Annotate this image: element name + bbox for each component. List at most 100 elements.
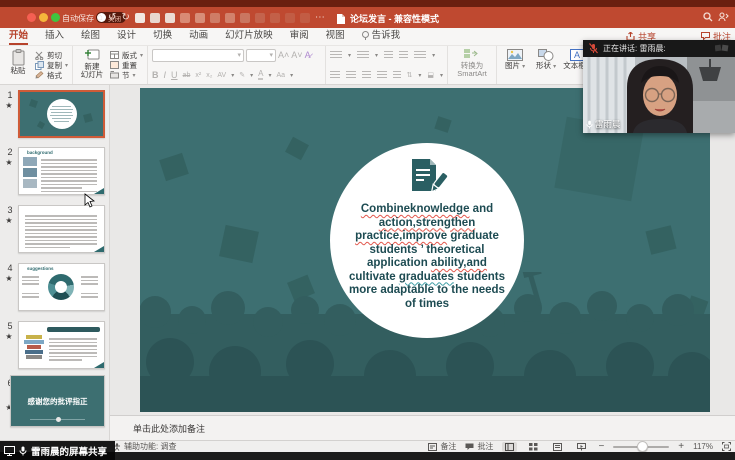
tab-tell-me[interactable]: 告诉我 <box>362 27 401 45</box>
zoom-button[interactable] <box>51 13 60 22</box>
strikethrough-button[interactable]: ab <box>183 72 191 79</box>
addin-icon[interactable] <box>165 13 175 23</box>
thumbnail-slide-2[interactable]: background <box>18 147 105 195</box>
slideshow-button[interactable] <box>574 442 589 452</box>
zoom-in-button[interactable]: + <box>678 441 684 452</box>
document-title: 论坛发言 - 兼容性模式 <box>350 12 439 25</box>
superscript-button[interactable]: x² <box>195 72 201 79</box>
thumbnail-slide-6[interactable]: 感谢您的批评指正 <box>10 375 105 427</box>
svg-text:A: A <box>574 50 580 60</box>
underline-button[interactable]: U <box>171 71 178 80</box>
minimize-button[interactable] <box>39 13 48 22</box>
numbering-button[interactable] <box>357 51 369 60</box>
tab-view[interactable]: 视图 <box>326 27 345 45</box>
tab-insert[interactable]: 插入 <box>45 27 64 45</box>
addin-icon[interactable] <box>180 13 190 23</box>
slide-sorter-button[interactable] <box>526 442 541 452</box>
font-name-combo[interactable]: ▾ <box>152 49 244 62</box>
new-slide-icon <box>85 49 100 62</box>
shrink-font-button[interactable]: A˅ <box>291 51 302 60</box>
addin-icon[interactable] <box>195 13 205 23</box>
reading-view-button[interactable] <box>550 442 565 452</box>
slide-text-line: students ’ theoretical <box>349 244 505 258</box>
addin-icon[interactable] <box>225 13 235 23</box>
columns-button[interactable] <box>393 71 400 80</box>
text-highlight-button[interactable]: ✎ <box>239 72 245 79</box>
zoom-slider[interactable] <box>613 446 669 448</box>
subscript-button[interactable]: x₂ <box>206 72 212 79</box>
align-left-button[interactable] <box>330 71 340 80</box>
thumbnail-slide-4[interactable]: suggestions <box>18 263 105 311</box>
italic-button[interactable]: I <box>164 71 167 80</box>
change-case-button[interactable]: Aa <box>277 72 286 79</box>
character-spacing-button[interactable]: AV <box>217 72 226 79</box>
thumbnail-slide-5[interactable] <box>18 321 105 369</box>
share-user-icon[interactable] <box>718 12 729 22</box>
align-text-button[interactable]: ⬓ <box>427 72 434 79</box>
bullets-button[interactable] <box>330 51 342 60</box>
addin-icon[interactable] <box>300 13 310 23</box>
undo-icon[interactable]: ↺ <box>108 13 116 23</box>
reset-button[interactable]: 重置 <box>110 60 143 70</box>
tab-design[interactable]: 设计 <box>117 27 136 45</box>
fit-window-icon[interactable] <box>722 442 731 451</box>
bold-button[interactable]: B <box>152 71 159 80</box>
font-color-button[interactable]: A <box>258 70 263 80</box>
participant-video[interactable]: 雷雨晨 <box>583 57 735 133</box>
cut-button[interactable]: 剪切 <box>35 50 68 60</box>
zoom-slider-knob[interactable] <box>637 441 648 452</box>
normal-view-button[interactable] <box>502 442 517 452</box>
grow-font-button[interactable]: A˄ <box>278 51 289 60</box>
tab-slideshow[interactable]: 幻灯片放映 <box>225 27 273 45</box>
addin-icon[interactable] <box>135 13 145 23</box>
increase-indent-button[interactable] <box>399 51 408 60</box>
accessibility-status[interactable]: 辅助功能: 调查 <box>124 441 176 452</box>
decrease-indent-button[interactable] <box>384 51 393 60</box>
shapes-icon <box>538 49 554 61</box>
addin-icon[interactable] <box>285 13 295 23</box>
tab-home[interactable]: 开始 <box>9 27 28 45</box>
layout-toggle-icon[interactable] <box>715 44 729 53</box>
zoom-level[interactable]: 117% <box>693 442 713 451</box>
notes-pane[interactable]: 单击此处添加备注 <box>110 415 735 440</box>
addin-icon[interactable] <box>270 13 280 23</box>
shapes-button[interactable]: 形状 ▾ <box>532 49 560 81</box>
slide-content-circle[interactable]: Combineknowledge and action,strengthen p… <box>330 143 524 338</box>
convert-smartart-button[interactable]: 转换为SmartArt <box>452 49 492 81</box>
align-center-button[interactable] <box>346 71 356 80</box>
more-icon[interactable]: ⋯ <box>315 13 325 23</box>
section-button[interactable]: 节▾ <box>110 70 143 80</box>
font-size-combo[interactable]: ▾ <box>246 49 276 62</box>
thumbnail-slide-1[interactable] <box>18 90 105 138</box>
addin-icon[interactable] <box>240 13 250 23</box>
clear-formatting-button[interactable]: A̷ <box>305 51 311 60</box>
search-icon[interactable] <box>703 12 713 22</box>
home-icon[interactable]: ⌂ <box>97 13 103 23</box>
picture-button[interactable]: 图片 ▾ <box>501 49 529 81</box>
copy-button[interactable]: 复制▾ <box>35 60 68 70</box>
new-slide-button[interactable]: 新建幻灯片 <box>77 49 107 81</box>
tab-review[interactable]: 审阅 <box>290 27 309 45</box>
text-direction-button[interactable]: ⇅ <box>407 72 413 79</box>
close-button[interactable] <box>27 13 36 22</box>
addin-icon[interactable] <box>210 13 220 23</box>
addin-icon[interactable] <box>255 13 265 23</box>
line-spacing-button[interactable] <box>414 51 426 60</box>
align-right-button[interactable] <box>362 71 372 80</box>
zoom-out-button[interactable]: − <box>598 441 604 452</box>
paste-button[interactable]: 粘贴 <box>4 49 32 81</box>
current-slide[interactable]: Combineknowledge and action,strengthen p… <box>140 88 710 412</box>
tab-transitions[interactable]: 切换 <box>153 27 172 45</box>
notes-toggle-button[interactable]: 备注 <box>428 441 456 452</box>
addin-icon[interactable] <box>150 13 160 23</box>
tab-draw[interactable]: 绘图 <box>81 27 100 45</box>
thumbnail-slide-3[interactable] <box>18 205 105 253</box>
meeting-video-overlay[interactable]: 正在讲话: 雷雨晨: <box>583 40 735 133</box>
layout-button[interactable]: 版式▾ <box>110 50 143 60</box>
format-painter-button[interactable]: 格式 <box>35 70 68 80</box>
redo-icon[interactable]: ↻ <box>121 13 129 23</box>
slide-canvas[interactable]: Combineknowledge and action,strengthen p… <box>110 85 735 415</box>
tab-animations[interactable]: 动画 <box>189 27 208 45</box>
comments-toggle-button[interactable]: 批注 <box>465 441 493 452</box>
justify-button[interactable] <box>377 71 387 80</box>
